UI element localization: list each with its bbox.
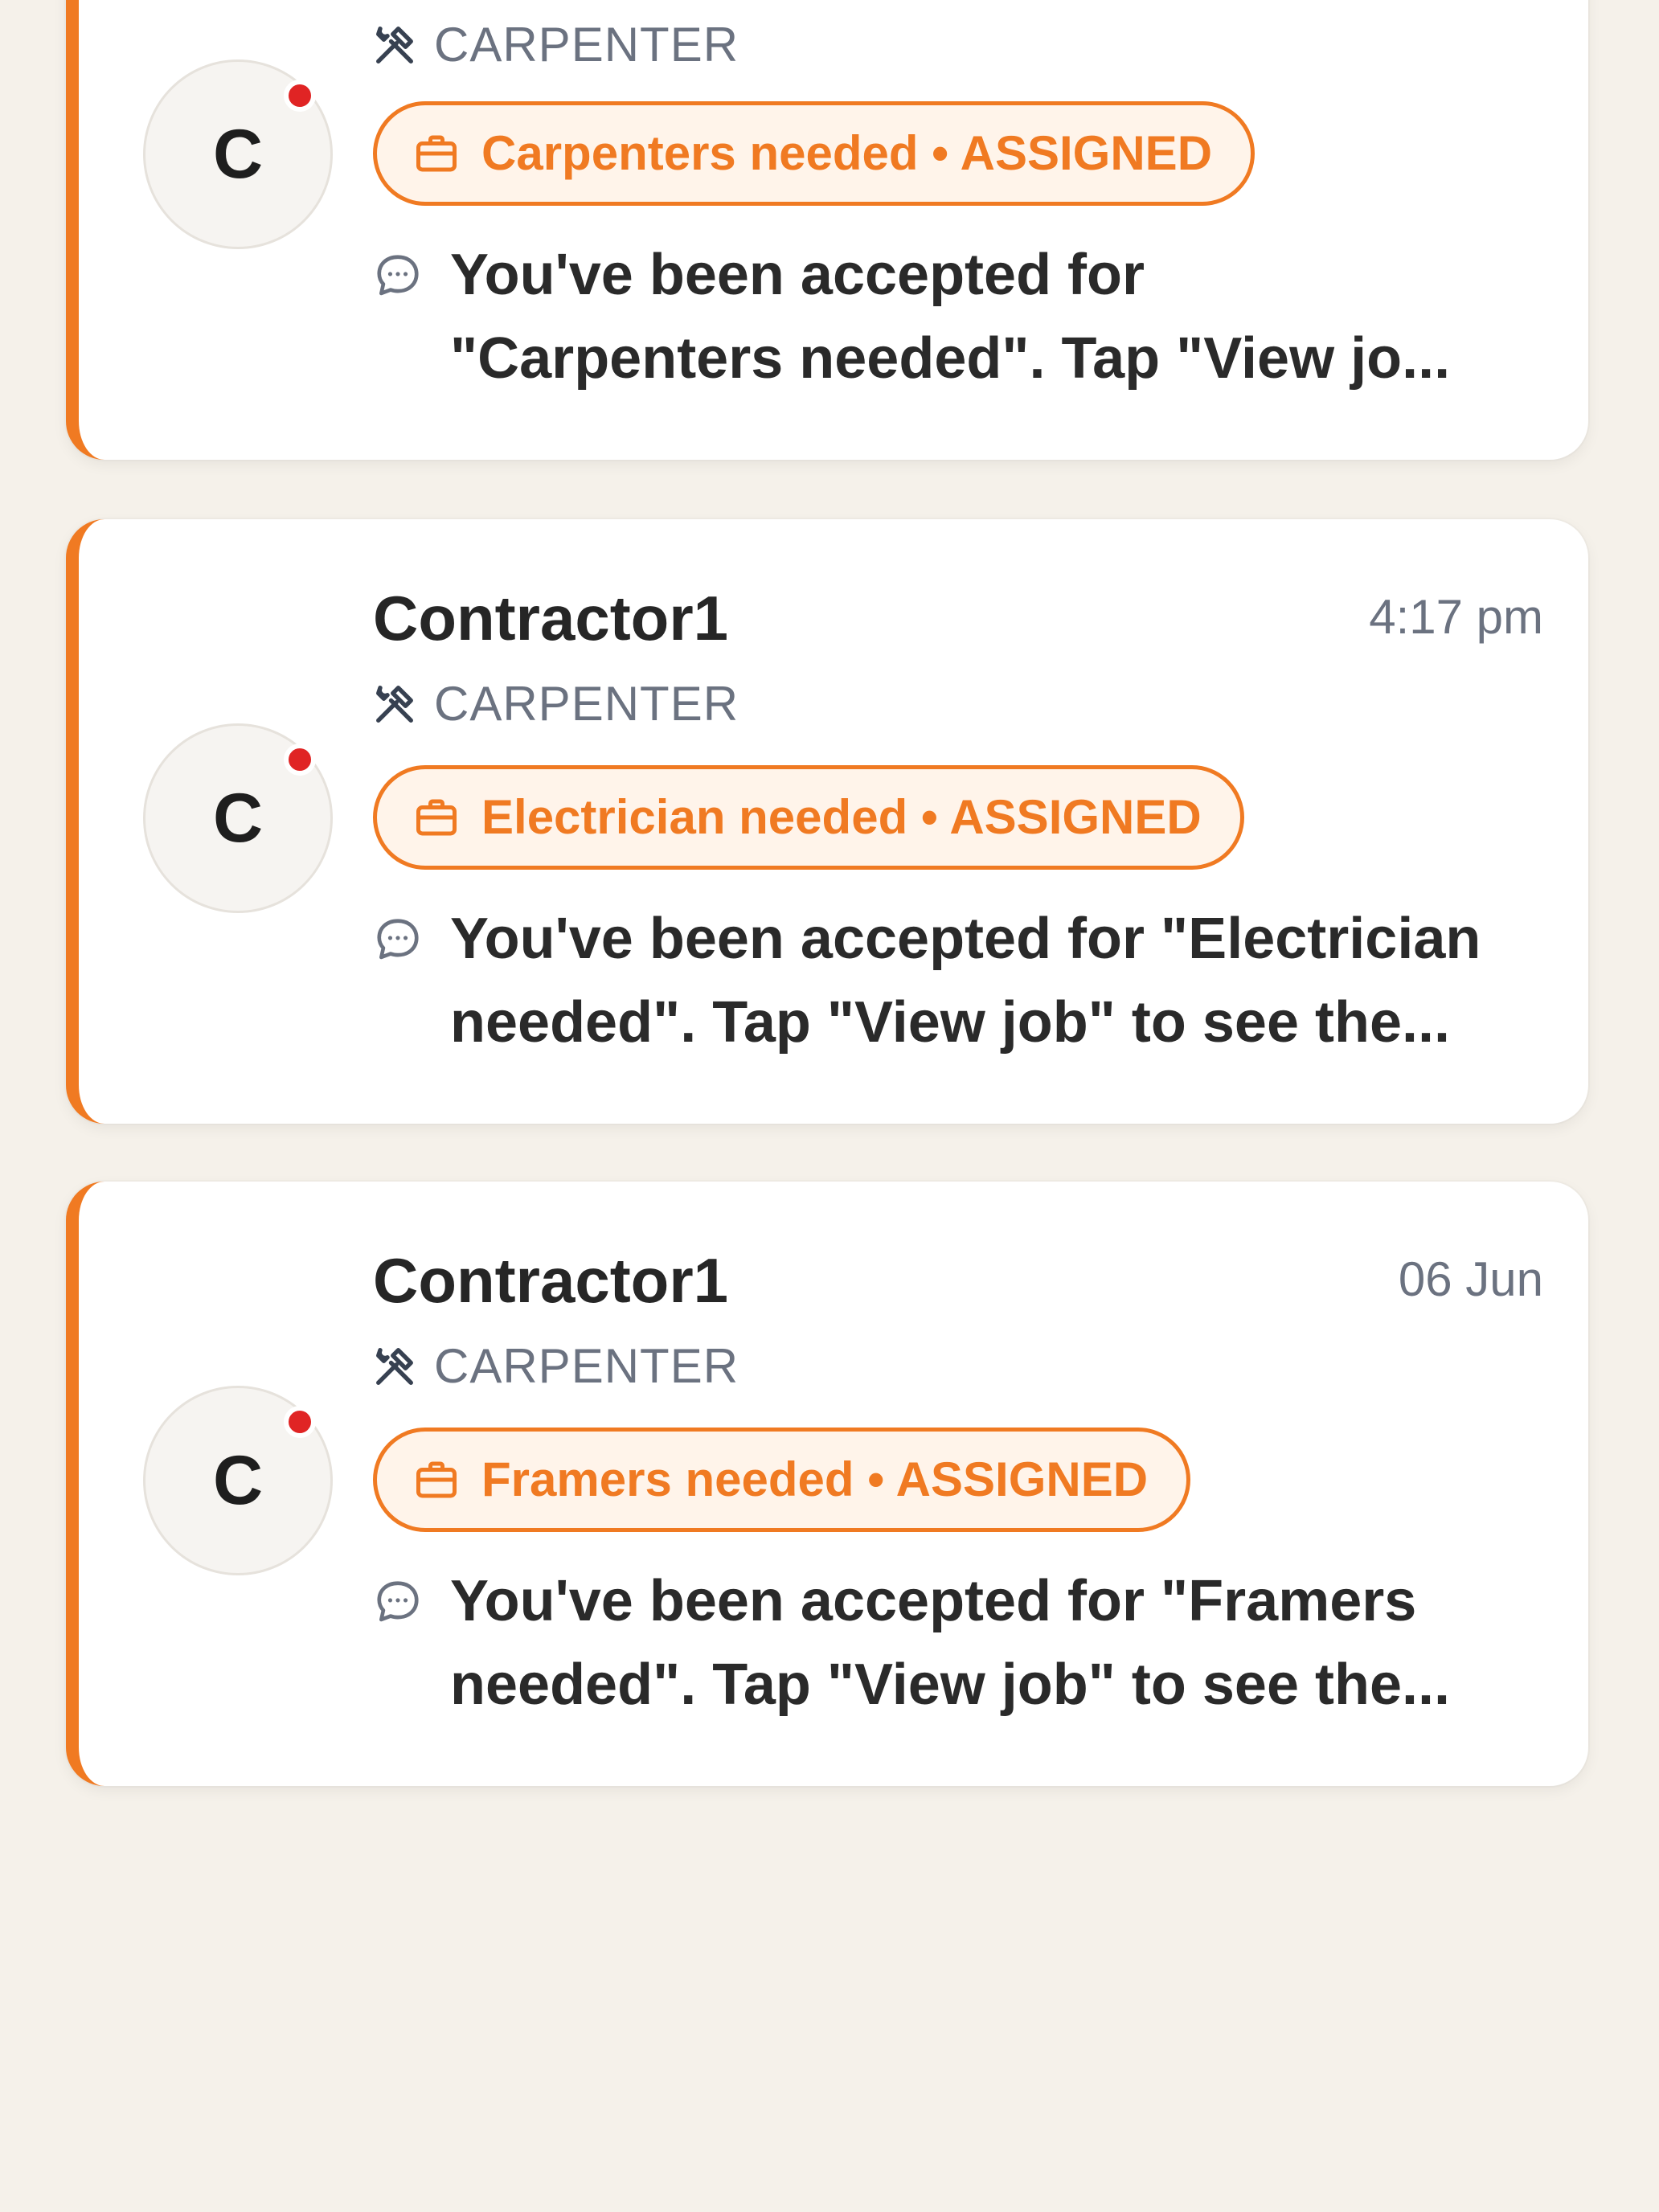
notification-card[interactable]: Contractor1 4:17 pm CARPENTER C Electric… [66, 519, 1588, 1124]
sender-name: Contractor1 [373, 583, 729, 653]
message-text: You've been accepted for "Framers needed… [450, 1559, 1450, 1727]
message-preview: You've been accepted for "Framers needed… [373, 1569, 1543, 1727]
chat-bubble-icon [373, 248, 423, 301]
role-label: CARPENTER [434, 1339, 739, 1393]
message-line-2: needed". Tap "View job" to see the... [450, 990, 1451, 1055]
briefcase-icon [412, 793, 461, 842]
message-preview: You've been accepted for "Carpenters nee… [373, 243, 1543, 400]
hammer-wrench-icon [373, 1345, 416, 1388]
job-status-pill[interactable]: Carpenters needed • ASSIGNED [373, 101, 1256, 206]
job-status-label: Framers needed • ASSIGNED [481, 1452, 1149, 1506]
avatar[interactable]: C [143, 1386, 333, 1575]
unread-indicator [284, 1406, 316, 1438]
briefcase-icon [412, 129, 461, 178]
timestamp: 4:17 pm [1369, 590, 1543, 644]
hammer-wrench-icon [373, 23, 416, 67]
message-line-2: needed". Tap "View job" to see the... [450, 1653, 1451, 1717]
role-row: CARPENTER [373, 1342, 739, 1391]
role-row: CARPENTER [373, 21, 739, 69]
message-text: You've been accepted for "Carpenters nee… [450, 233, 1450, 400]
sender-name: Contractor1 [373, 1245, 729, 1316]
job-status-pill[interactable]: Framers needed • ASSIGNED [373, 1428, 1191, 1532]
message-line-1: You've been accepted for [450, 243, 1145, 307]
message-text: You've been accepted for "Electrician ne… [450, 897, 1481, 1064]
role-label: CARPENTER [434, 677, 739, 731]
briefcase-icon [412, 1456, 461, 1504]
avatar[interactable]: C [143, 59, 333, 249]
chat-bubble-icon [373, 911, 423, 965]
unread-indicator [284, 80, 316, 112]
avatar-initial: C [212, 780, 264, 857]
message-line-1: You've been accepted for "Framers [450, 1569, 1417, 1633]
notification-card[interactable]: CARPENTER C Carpenters needed • ASSIGNED… [66, 0, 1588, 460]
unread-indicator [284, 743, 316, 776]
avatar-initial: C [212, 116, 264, 193]
avatar[interactable]: C [143, 723, 333, 913]
notification-card[interactable]: Contractor1 06 Jun CARPENTER C Framers n… [66, 1182, 1588, 1786]
message-line-1: You've been accepted for "Electrician [450, 907, 1481, 971]
chat-bubble-icon [373, 1574, 423, 1627]
job-status-pill[interactable]: Electrician needed • ASSIGNED [373, 765, 1244, 870]
avatar-initial: C [212, 1442, 264, 1519]
message-preview: You've been accepted for "Electrician ne… [373, 907, 1543, 1064]
job-status-label: Electrician needed • ASSIGNED [481, 790, 1202, 844]
role-row: CARPENTER [373, 680, 739, 728]
timestamp: 06 Jun [1398, 1252, 1543, 1306]
hammer-wrench-icon [373, 682, 416, 726]
role-label: CARPENTER [434, 18, 739, 72]
message-line-2: "Carpenters needed". Tap "View jo... [450, 326, 1451, 391]
job-status-label: Carpenters needed • ASSIGNED [481, 126, 1213, 180]
